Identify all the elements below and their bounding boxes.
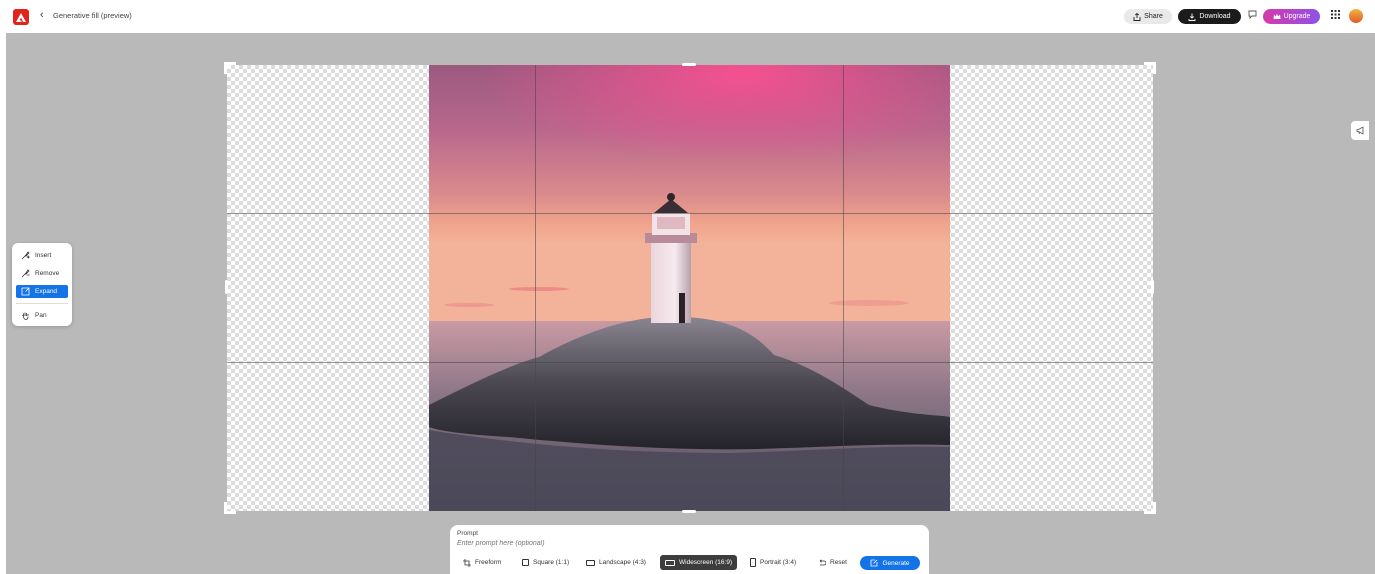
aspect-landscape[interactable]: Landscape (4:3) [581,555,651,570]
aspect-landscape-label: Landscape (4:3) [599,559,646,566]
hand-icon [22,312,29,320]
avatar[interactable] [1349,9,1363,23]
share-button[interactable]: Share [1124,9,1172,24]
adobe-logo-icon[interactable] [13,9,29,25]
share-label: Share [1144,13,1163,20]
feedback-chat-icon[interactable] [1248,10,1257,22]
generate-button[interactable]: Generate [860,556,920,570]
generate-label: Generate [882,559,910,567]
tool-pan-label: Pan [35,312,47,319]
resize-handle-left[interactable] [225,280,228,294]
crop-icon [463,558,471,567]
aspect-widescreen[interactable]: Widescreen (16:9) [660,555,738,570]
resize-handle-right[interactable] [1151,280,1154,294]
aspect-widescreen-label: Widescreen (16:9) [679,559,733,566]
prompt-label: Prompt [457,530,478,537]
reset-label: Reset [830,559,847,566]
download-label: Download [1199,13,1231,20]
widescreen-icon [665,559,675,566]
megaphone-icon [1356,126,1363,135]
tool-insert[interactable]: Insert [16,249,68,262]
aspect-square-label: Square (1:1) [533,559,570,566]
aspect-freeform-label: Freeform [475,559,502,566]
side-panel-toggle[interactable] [1351,121,1369,140]
resize-handle-bottom-left[interactable] [224,502,236,514]
tool-insert-label: Insert [35,252,52,259]
tool-expand[interactable]: Expand [16,285,68,298]
grid-line [843,65,844,511]
top-bar: ‹ Generative fill (preview) Share Downlo… [0,0,1375,33]
tool-remove-label: Remove [35,270,60,277]
tool-pan[interactable]: Pan [16,309,68,322]
aspect-portrait[interactable]: Portrait (3:4) [745,555,801,570]
divider [16,303,68,304]
page-title: Generative fill (preview) [53,11,132,20]
grid-line [227,362,1153,363]
aspect-ratio-options: Freeform Square (1:1) Landscape (4:3) Wi… [450,555,929,571]
tool-expand-label: Expand [35,288,58,295]
aspect-square[interactable]: Square (1:1) [517,555,574,570]
generate-icon [871,559,878,567]
apps-grid-icon[interactable] [1331,10,1340,22]
landscape-icon [586,559,595,566]
resize-handle-bottom-right[interactable] [1144,502,1156,514]
crown-icon [1273,13,1281,19]
prompt-input[interactable] [457,540,757,547]
resize-handle-top-right[interactable] [1144,62,1156,74]
reset-button[interactable]: Reset [813,555,852,570]
upgrade-button[interactable]: Upgrade [1263,9,1320,24]
square-icon [522,559,529,566]
aspect-freeform[interactable]: Freeform [458,555,506,570]
tool-remove[interactable]: Remove [16,267,68,280]
portrait-icon [750,558,756,567]
lighthouse-image [429,65,950,511]
reset-icon [819,558,826,565]
resize-handle-top-left[interactable] [224,62,236,74]
remove-brush-icon [21,269,30,278]
share-icon [1133,12,1141,21]
download-button[interactable]: Download [1178,9,1241,24]
insert-brush-icon [21,251,30,260]
download-icon [1188,13,1196,21]
grid-line [227,213,1153,214]
grid-line [535,65,536,511]
tools-panel: Insert Remove Expand Pan [12,243,72,326]
resize-handle-top[interactable] [682,63,696,66]
resize-handle-bottom[interactable] [682,510,696,513]
back-chevron-icon[interactable]: ‹ [40,9,44,21]
aspect-portrait-label: Portrait (3:4) [760,559,797,566]
expand-icon [21,287,30,296]
upgrade-label: Upgrade [1283,13,1311,20]
prompt-panel: Prompt Freeform Square (1:1) Landscape (… [450,525,929,574]
